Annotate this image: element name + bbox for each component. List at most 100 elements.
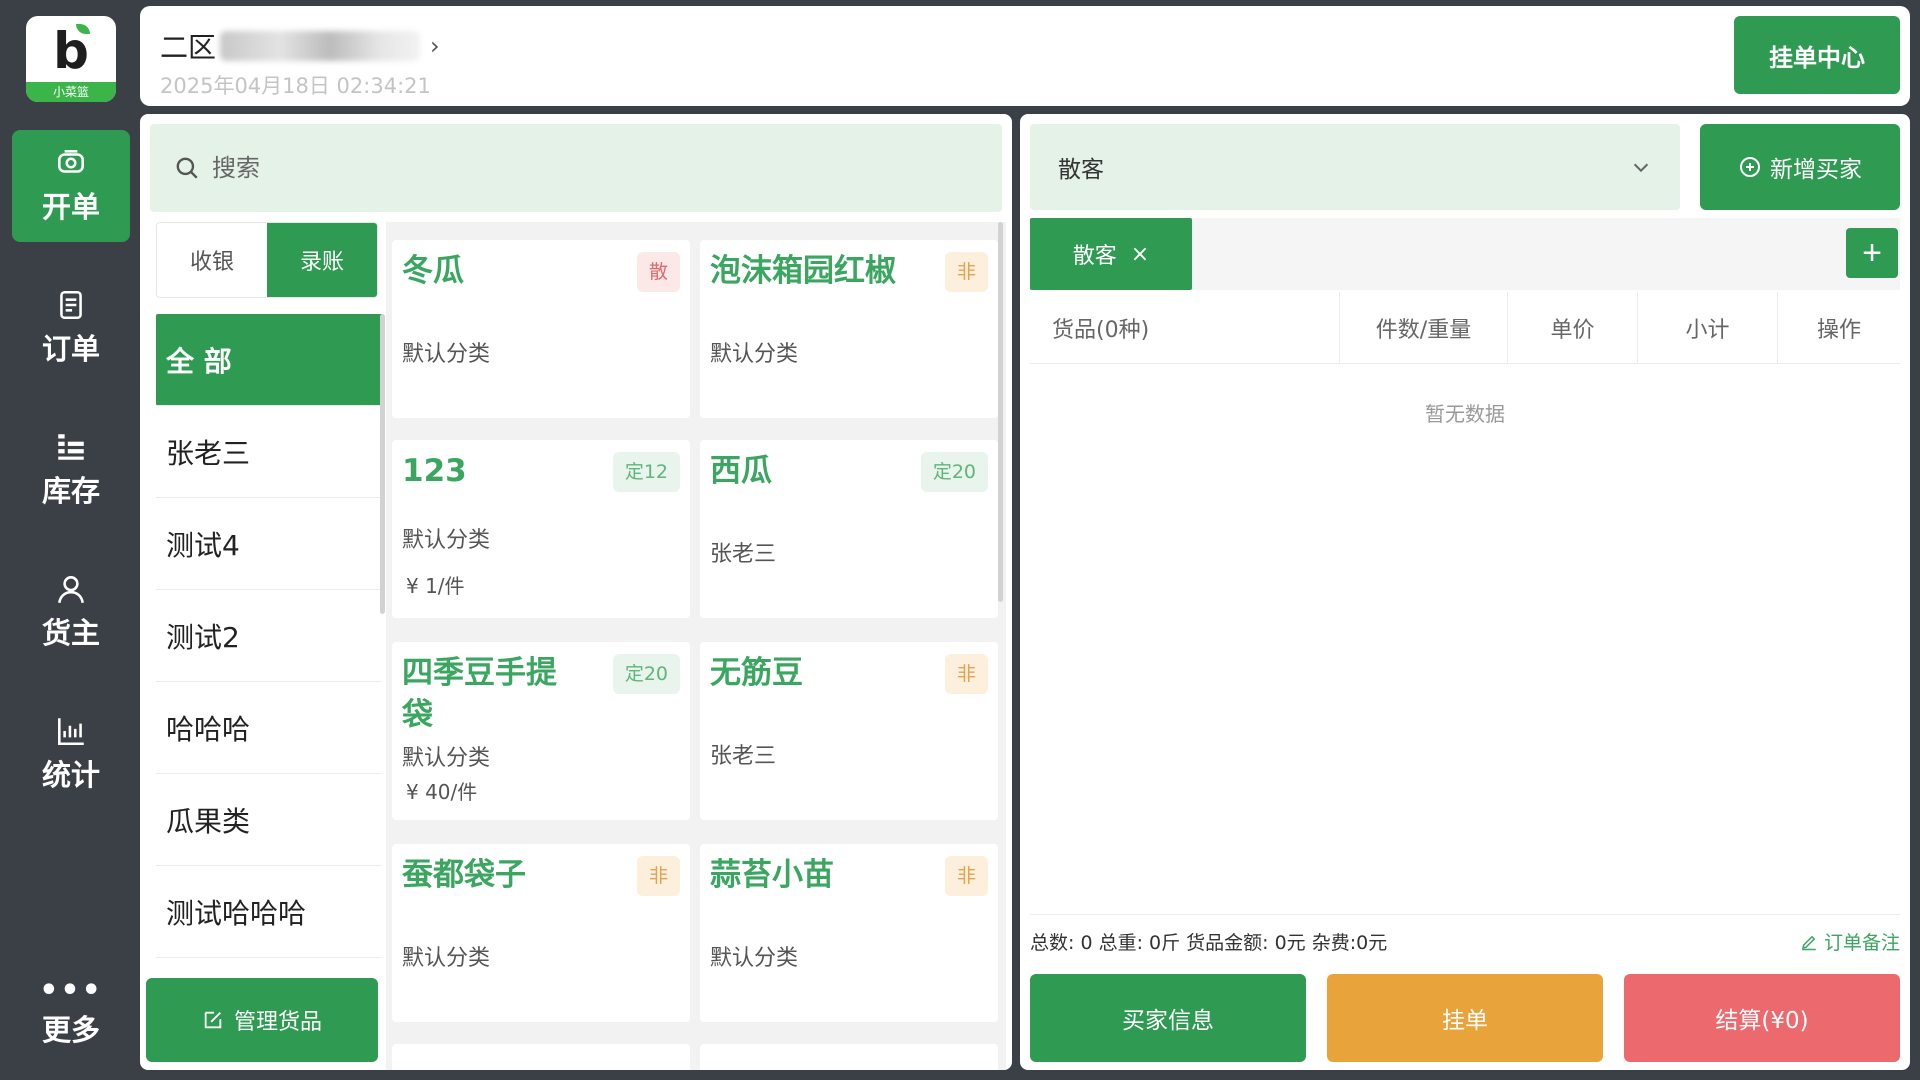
search-input[interactable]	[212, 154, 912, 182]
category-scrollbar[interactable]	[380, 314, 385, 614]
category-item[interactable]: 张老三	[156, 406, 382, 498]
edit-icon	[204, 1011, 222, 1029]
add-buyer-label: 新增买家	[1770, 157, 1862, 183]
product-name: 四季豆手提袋	[402, 655, 557, 733]
product-category: 张老三	[710, 744, 777, 769]
product-category: 默认分类	[402, 746, 491, 771]
close-icon[interactable]: ×	[1131, 242, 1149, 267]
nav-label: 开单	[41, 190, 100, 224]
tab-cashier[interactable]: 收银	[157, 223, 267, 297]
product-card[interactable]	[700, 1044, 998, 1070]
product-card[interactable]: 泡沫箱园红椒 非 默认分类	[700, 240, 998, 418]
buyer-tabbar: 散客 × +	[1030, 218, 1900, 290]
nav-owners[interactable]: 货主	[12, 556, 130, 668]
shop-name: 二区	[160, 31, 217, 64]
tab-record[interactable]: 录账	[267, 223, 377, 297]
product-category: 默认分类	[402, 342, 491, 367]
product-card[interactable]: 冬瓜 散 默认分类	[392, 240, 690, 418]
order-list-icon	[60, 290, 82, 320]
current-datetime: 2025年04月18日 02:34:21	[160, 74, 431, 98]
chevron-down-icon	[1633, 163, 1649, 173]
product-category: 默认分类	[402, 528, 491, 553]
search-bar	[150, 124, 1002, 212]
product-card[interactable]: 四季豆手提袋 定20 默认分类 ¥ 40/件	[392, 642, 690, 820]
nav-stats[interactable]: 统计	[12, 698, 130, 810]
empty-state: 暂无数据	[1425, 402, 1505, 426]
product-tag: 定20	[612, 654, 680, 694]
nav-more[interactable]: ••• 更多	[12, 960, 130, 1070]
owner-icon	[58, 576, 84, 604]
category-item[interactable]: 测试哈哈哈	[156, 866, 382, 958]
shop-selector[interactable]: 二区 ›	[160, 26, 440, 66]
app-logo: b 小菜篮	[26, 16, 116, 102]
order-note-link[interactable]: 订单备注	[1800, 928, 1900, 955]
nav-open-order[interactable]: 开单	[12, 130, 130, 242]
category-item[interactable]: 测试4	[156, 498, 382, 590]
product-card[interactable]: 西瓜 定20 张老三	[700, 440, 998, 618]
nav-orders[interactable]: 订单	[12, 272, 130, 384]
product-card[interactable]	[392, 1044, 690, 1070]
hang-order-button[interactable]: 挂单	[1327, 974, 1603, 1062]
nav-label: 库存	[41, 474, 100, 508]
category-item-all[interactable]: 全 部	[156, 314, 382, 406]
buyer-tab-label: 散客	[1072, 244, 1117, 269]
product-category: 默认分类	[710, 946, 799, 971]
logo-glyph: b	[53, 22, 89, 80]
category-item[interactable]: 瓜果类	[156, 774, 382, 866]
category-item[interactable]: 哈哈哈	[156, 682, 382, 774]
manage-products-label: 管理货品	[233, 1010, 322, 1035]
product-name: 蒜苔小苗	[710, 857, 834, 893]
nav-label: 更多	[41, 1013, 100, 1047]
mode-toggle: 收银 录账	[156, 222, 378, 298]
more-icon: •••	[39, 973, 103, 1008]
open-order-icon	[58, 150, 84, 173]
order-panel: 散客 新增买家 散客 × + 货品(0种) 件数/重量 单价 小计 操作 暂无数…	[1020, 114, 1910, 1070]
stats-icon	[58, 718, 84, 746]
product-name: 泡沫箱园红椒	[710, 253, 896, 289]
buyer-info-button[interactable]: 买家信息	[1030, 974, 1306, 1062]
product-name: 无筋豆	[710, 655, 803, 691]
product-card[interactable]: 123 定12 默认分类 ¥ 1/件	[392, 440, 690, 618]
column-header: 操作	[1816, 317, 1861, 343]
category-item[interactable]: 测试2	[156, 590, 382, 682]
product-tag: 非	[944, 252, 988, 292]
checkout-button[interactable]: 结算(¥0)	[1624, 974, 1900, 1062]
product-category: 张老三	[710, 542, 777, 567]
header: 二区 › 2025年04月18日 02:34:21 挂单中心	[140, 6, 1910, 106]
blurred-shop-detail	[220, 31, 421, 61]
table-header: 货品(0种) 件数/重量 单价 小计 操作	[1030, 292, 1900, 364]
column-header: 小计	[1638, 292, 1778, 363]
chevron-right-icon: ›	[430, 32, 440, 60]
manage-products-button[interactable]: 管理货品	[146, 978, 378, 1062]
product-card[interactable]: 无筋豆 非 张老三	[700, 642, 998, 820]
nav-label: 统计	[41, 758, 100, 792]
search-icon	[176, 157, 198, 179]
pen-icon	[1801, 935, 1816, 950]
product-name: 蚕都袋子	[402, 857, 526, 893]
product-name: 123	[402, 453, 467, 489]
product-category: 默认分类	[402, 946, 491, 971]
product-name: 西瓜	[710, 453, 772, 489]
product-panel: 收银 录账 全 部 张老三 测试4 测试2 哈哈哈 瓜果类 测试哈哈哈 管理货品…	[140, 114, 1012, 1070]
buyer-select[interactable]: 散客	[1030, 124, 1680, 210]
nav-inventory[interactable]: 库存	[12, 414, 130, 526]
plus-circle-icon	[1740, 157, 1760, 177]
product-tag: 非	[944, 654, 988, 694]
hang-center-button[interactable]: 挂单中心	[1734, 16, 1900, 94]
product-price: ¥ 40/件	[406, 780, 478, 804]
buyer-select-value: 散客	[1058, 157, 1104, 183]
nav-label: 货主	[41, 616, 100, 650]
product-card[interactable]: 蒜苔小苗 非 默认分类	[700, 844, 998, 1022]
add-tab-button[interactable]: +	[1846, 228, 1898, 278]
column-header: 货品(0种)	[1030, 292, 1340, 363]
product-scrollbar[interactable]	[998, 222, 1003, 602]
buyer-tab[interactable]: 散客 ×	[1030, 218, 1192, 290]
order-summary: 总数: 0 总重: 0斤 货品金额: 0元 杂费:0元 订单备注	[1030, 914, 1900, 968]
logo-caption: 小菜篮	[26, 82, 116, 102]
product-category: 默认分类	[710, 342, 799, 367]
order-note-label: 订单备注	[1823, 932, 1900, 954]
add-buyer-button[interactable]: 新增买家	[1700, 124, 1900, 210]
column-header: 单价	[1508, 292, 1638, 363]
product-card[interactable]: 蚕都袋子 非 默认分类	[392, 844, 690, 1022]
category-list: 全 部 张老三 测试4 测试2 哈哈哈 瓜果类 测试哈哈哈	[156, 314, 382, 958]
